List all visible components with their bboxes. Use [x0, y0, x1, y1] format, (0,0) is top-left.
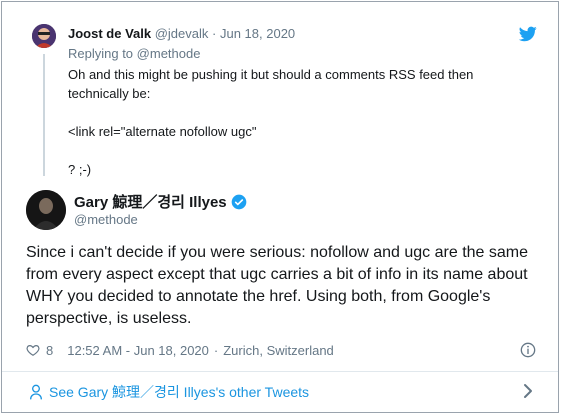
twitter-bird-icon[interactable]: [519, 26, 537, 42]
main-author-name[interactable]: Gary 鯨理／경리 Illyes: [74, 191, 227, 212]
embedded-tweet-card: Joost de Valk @jdevalk · Jun 18, 2020 Re…: [1, 1, 559, 413]
reply-line: ? ;-): [68, 162, 92, 177]
footer-divider: [2, 371, 558, 372]
see-other-tweets-label[interactable]: See Gary 鯨理／경리 Illyes's other Tweets: [49, 382, 309, 402]
tweet-location[interactable]: Zurich, Switzerland: [223, 343, 334, 358]
like-count[interactable]: 8: [46, 343, 53, 358]
main-tweet-text: Since i can't decide if you were serious…: [26, 244, 528, 327]
replying-to-mention[interactable]: @methode: [137, 46, 201, 61]
reply-tweet-text: Oh and this might be pushing it but shou…: [68, 65, 538, 179]
reply-author-handle[interactable]: @jdevalk: [155, 26, 209, 41]
main-author-handle[interactable]: @methode: [74, 212, 138, 227]
meta-separator: ·: [213, 342, 219, 358]
verified-badge-icon: [231, 194, 246, 209]
main-author-name-row: Gary 鯨理／경리 Illyes: [74, 191, 247, 212]
person-icon: [30, 384, 42, 400]
reply-author-name[interactable]: Joost de Valk: [68, 26, 151, 41]
thread-connector-line: [43, 54, 45, 176]
reply-author-avatar[interactable]: [32, 24, 56, 48]
main-author-avatar[interactable]: [26, 190, 66, 230]
chevron-right-icon[interactable]: [522, 383, 534, 399]
replying-to-line: Replying to @methode: [68, 46, 200, 61]
reply-date[interactable]: Jun 18, 2020: [220, 26, 295, 41]
reply-line: Oh and this might be pushing it but shou…: [68, 67, 474, 82]
reply-line: <link rel="alternate nofollow ugc": [68, 124, 257, 139]
replying-to-label: Replying to: [68, 46, 134, 61]
see-other-tweets-link[interactable]: See Gary 鯨理／경리 Illyes's other Tweets: [29, 382, 309, 402]
reply-tweet-header: Joost de Valk @jdevalk · Jun 18, 2020: [68, 26, 295, 42]
heart-icon[interactable]: [26, 343, 40, 357]
reply-header-separator: ·: [212, 26, 217, 41]
tweet-meta-row: 8 12:52 AM - Jun 18, 2020 · Zurich, Swit…: [26, 340, 538, 360]
info-icon[interactable]: [520, 342, 536, 358]
tweet-timestamp[interactable]: 12:52 AM - Jun 18, 2020: [67, 343, 209, 358]
reply-line: technically be:: [68, 86, 151, 101]
